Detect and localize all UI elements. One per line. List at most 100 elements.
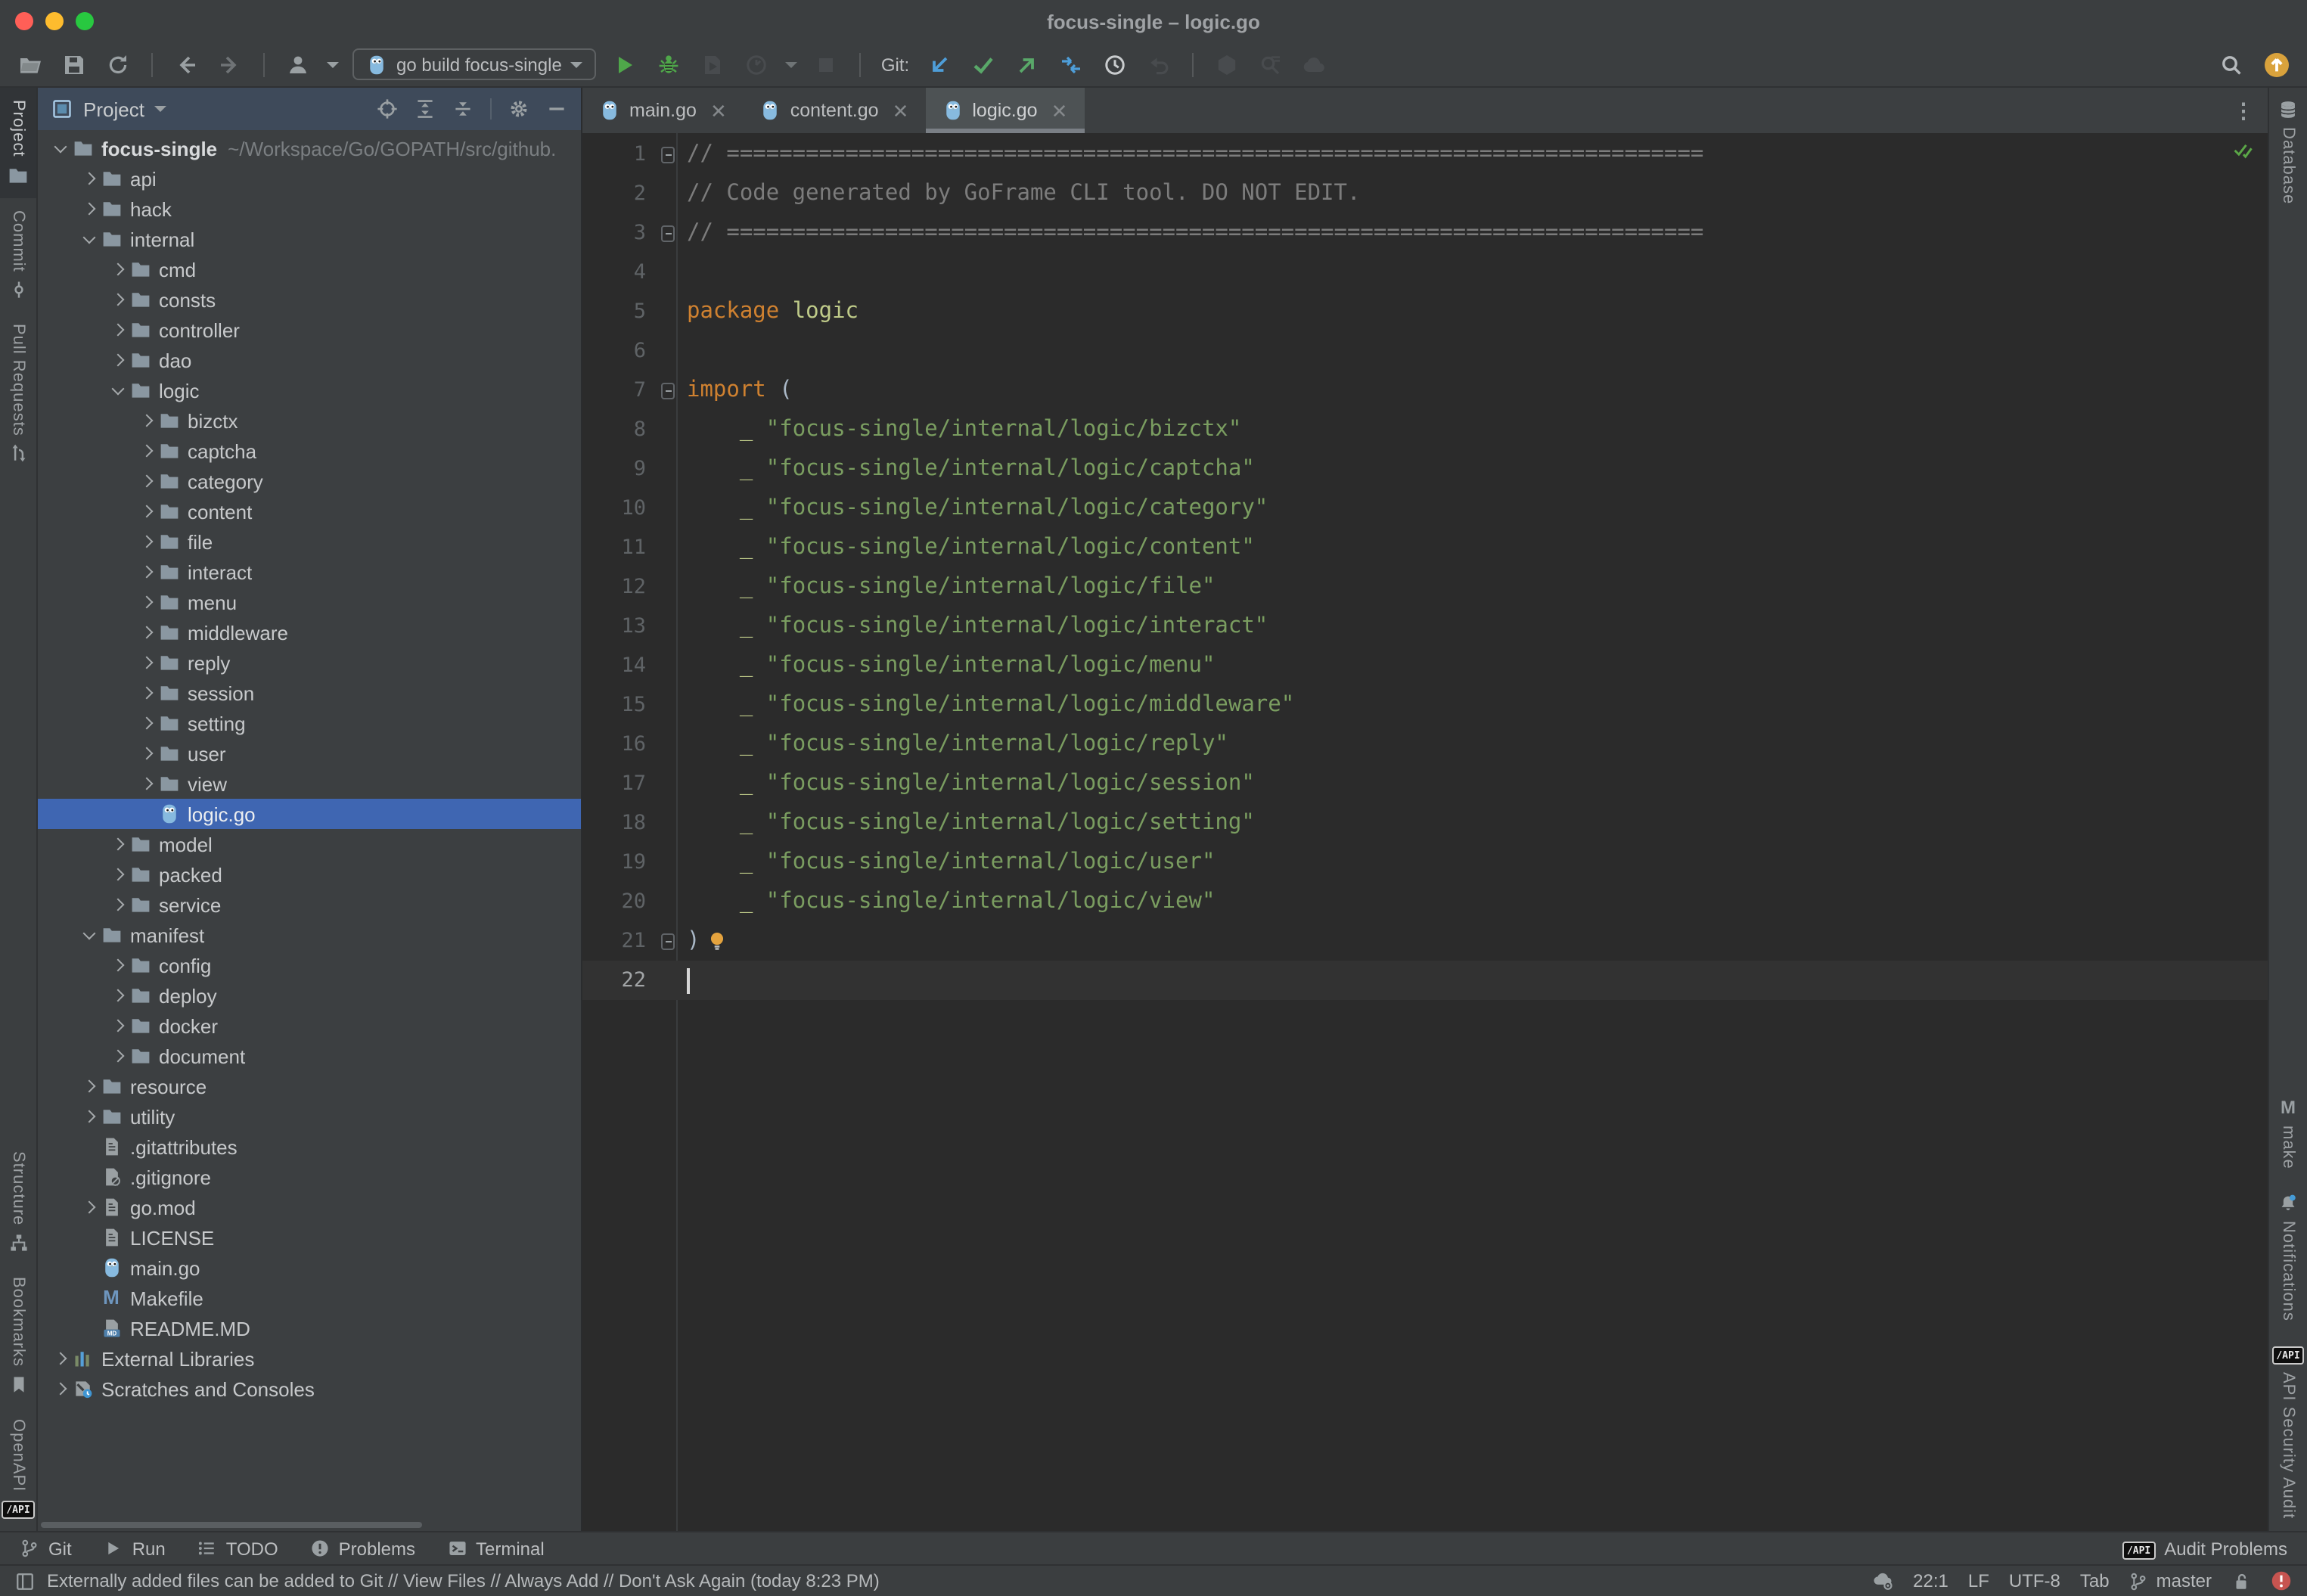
tree-item-reply[interactable]: reply — [38, 647, 581, 678]
code-line-3[interactable]: 3// ====================================… — [582, 213, 2268, 253]
code-line-19[interactable]: 19 _ "focus-single/internal/logic/user" — [582, 843, 2268, 882]
code-line-16[interactable]: 16 _ "focus-single/internal/logic/reply" — [582, 725, 2268, 764]
chevron-down-icon[interactable] — [79, 933, 98, 937]
hexagon-plugin-icon[interactable] — [1212, 48, 1242, 81]
tab-content.go[interactable]: content.go✕ — [744, 88, 926, 133]
status-widget-22-1[interactable]: 22:1 — [1913, 1570, 1948, 1591]
chevron-right-icon[interactable] — [136, 567, 156, 576]
tree-item-main.go[interactable]: main.go — [38, 1253, 581, 1283]
chevron-right-icon[interactable] — [107, 1021, 127, 1030]
stop-icon[interactable] — [812, 48, 842, 81]
find-usages-icon[interactable] — [1256, 48, 1286, 81]
code-line-4[interactable]: 4 — [582, 253, 2268, 292]
branch-small-widget[interactable]: master — [2129, 1570, 2212, 1591]
code-line-1[interactable]: 1// ====================================… — [582, 135, 2268, 174]
tree-item-file[interactable]: file — [38, 526, 581, 557]
code-line-15[interactable]: 15 _ "focus-single/internal/logic/middle… — [582, 685, 2268, 725]
chevron-right-icon[interactable] — [50, 1354, 70, 1363]
stripe-button-make[interactable]: Mmake — [2269, 1085, 2307, 1181]
tree-item-.gitattributes[interactable]: .gitattributes — [38, 1132, 581, 1162]
tree-item-logic[interactable]: logic — [38, 375, 581, 405]
run-play-icon[interactable] — [610, 48, 641, 81]
chevron-right-icon[interactable] — [136, 779, 156, 788]
code-line-14[interactable]: 14 _ "focus-single/internal/logic/menu" — [582, 646, 2268, 685]
tab-logic.go[interactable]: logic.go✕ — [925, 88, 1084, 133]
toolwindow-button-terminal[interactable]: Terminal — [447, 1538, 545, 1559]
tree-item-captcha[interactable]: captcha — [38, 436, 581, 466]
forward-arrow-icon[interactable] — [215, 48, 245, 81]
git-diff-icon[interactable] — [1056, 48, 1086, 81]
code-line-20[interactable]: 20 _ "focus-single/internal/logic/view" — [582, 882, 2268, 921]
tree-item-resource[interactable]: resource — [38, 1071, 581, 1101]
back-arrow-icon[interactable] — [171, 48, 201, 81]
code-line-17[interactable]: 17 _ "focus-single/internal/logic/sessio… — [582, 764, 2268, 803]
tree-item-.gitignore[interactable]: .gitignore — [38, 1162, 581, 1192]
cloud-icon[interactable] — [1299, 48, 1330, 81]
status-widget-utf-8[interactable]: UTF-8 — [2009, 1570, 2060, 1591]
chevron-right-icon[interactable] — [136, 688, 156, 697]
tab-options-icon[interactable]: ⋮ — [2233, 88, 2268, 133]
tree-item-interact[interactable]: interact — [38, 557, 581, 587]
settings-gear-icon[interactable] — [508, 98, 529, 120]
toolwindow-button-run[interactable]: Run — [104, 1538, 166, 1559]
run-coverage-icon[interactable] — [698, 48, 728, 81]
chevron-right-icon[interactable] — [107, 1051, 127, 1060]
save-all-icon[interactable] — [59, 48, 89, 81]
code-editor[interactable]: 1// ====================================… — [582, 133, 2268, 1531]
tree-item-config[interactable]: config — [38, 950, 581, 980]
chevron-right-icon[interactable] — [136, 507, 156, 516]
code-line-5[interactable]: 5package logic — [582, 292, 2268, 331]
status-widget-lf[interactable]: LF — [1968, 1570, 1989, 1591]
chevron-right-icon[interactable] — [107, 325, 127, 334]
locate-target-icon[interactable] — [377, 98, 398, 120]
tree-item-hack[interactable]: hack — [38, 194, 581, 224]
git-commit-icon[interactable] — [968, 48, 998, 81]
tool-windows-icon[interactable] — [15, 1571, 35, 1591]
horizontal-scrollbar[interactable] — [41, 1522, 422, 1528]
user-profile-icon[interactable] — [283, 48, 313, 81]
tree-item-menu[interactable]: menu — [38, 587, 581, 617]
tree-item-scratches-and-consoles[interactable]: Scratches and Consoles — [38, 1374, 581, 1404]
stripe-button-pull-requests[interactable]: Pull Requests — [0, 311, 36, 475]
tree-item-external-libraries[interactable]: External Libraries — [38, 1343, 581, 1374]
tree-item-bizctx[interactable]: bizctx — [38, 405, 581, 436]
chevron-right-icon[interactable] — [136, 537, 156, 546]
git-push-icon[interactable] — [1012, 48, 1042, 81]
cloud-gear-widget[interactable] — [1872, 1570, 1893, 1591]
project-view-caret-icon[interactable] — [155, 106, 167, 112]
tab-close-icon[interactable]: ✕ — [893, 101, 909, 120]
tree-item-dao[interactable]: dao — [38, 345, 581, 375]
tree-item-deploy[interactable]: deploy — [38, 980, 581, 1011]
chevron-right-icon[interactable] — [50, 1384, 70, 1393]
chevron-right-icon[interactable] — [136, 628, 156, 637]
project-panel-title[interactable]: Project — [83, 98, 144, 120]
tree-item-api[interactable]: api — [38, 163, 581, 194]
fold-marker-end[interactable] — [655, 933, 676, 949]
tree-item-middleware[interactable]: middleware — [38, 617, 581, 647]
code-line-13[interactable]: 13 _ "focus-single/internal/logic/intera… — [582, 607, 2268, 646]
tree-item-focus-single[interactable]: focus-single~/Workspace/Go/GOPATH/src/gi… — [38, 133, 581, 163]
chevron-right-icon[interactable] — [136, 416, 156, 425]
stripe-button-openapi[interactable]: OpenAPI/API — [0, 1407, 36, 1531]
tree-item-content[interactable]: content — [38, 496, 581, 526]
history-clock-icon[interactable] — [1100, 48, 1130, 81]
tab-main.go[interactable]: main.go✕ — [582, 88, 744, 133]
intention-bulb-icon[interactable] — [706, 930, 727, 952]
tree-item-packed[interactable]: packed — [38, 859, 581, 890]
tree-item-docker[interactable]: docker — [38, 1011, 581, 1041]
profiler-icon[interactable] — [742, 48, 772, 81]
code-line-12[interactable]: 12 _ "focus-single/internal/logic/file" — [582, 567, 2268, 607]
stripe-button-notifications[interactable]: Notifications — [2269, 1181, 2307, 1333]
run-configuration-selector[interactable]: go build focus-single — [352, 48, 597, 80]
tree-item-service[interactable]: service — [38, 890, 581, 920]
minimize-button[interactable] — [45, 12, 64, 30]
sync-icon[interactable] — [103, 48, 133, 81]
chevron-right-icon[interactable] — [136, 658, 156, 667]
toolwindow-button-audit-problems[interactable]: /APIAudit Problems — [2122, 1537, 2287, 1560]
stripe-button-project[interactable]: Project — [0, 88, 36, 198]
code-line-9[interactable]: 9 _ "focus-single/internal/logic/captcha… — [582, 449, 2268, 489]
tree-item-model[interactable]: model — [38, 829, 581, 859]
code-line-8[interactable]: 8 _ "focus-single/internal/logic/bizctx" — [582, 410, 2268, 449]
chevron-right-icon[interactable] — [107, 840, 127, 849]
tree-item-cmd[interactable]: cmd — [38, 254, 581, 284]
